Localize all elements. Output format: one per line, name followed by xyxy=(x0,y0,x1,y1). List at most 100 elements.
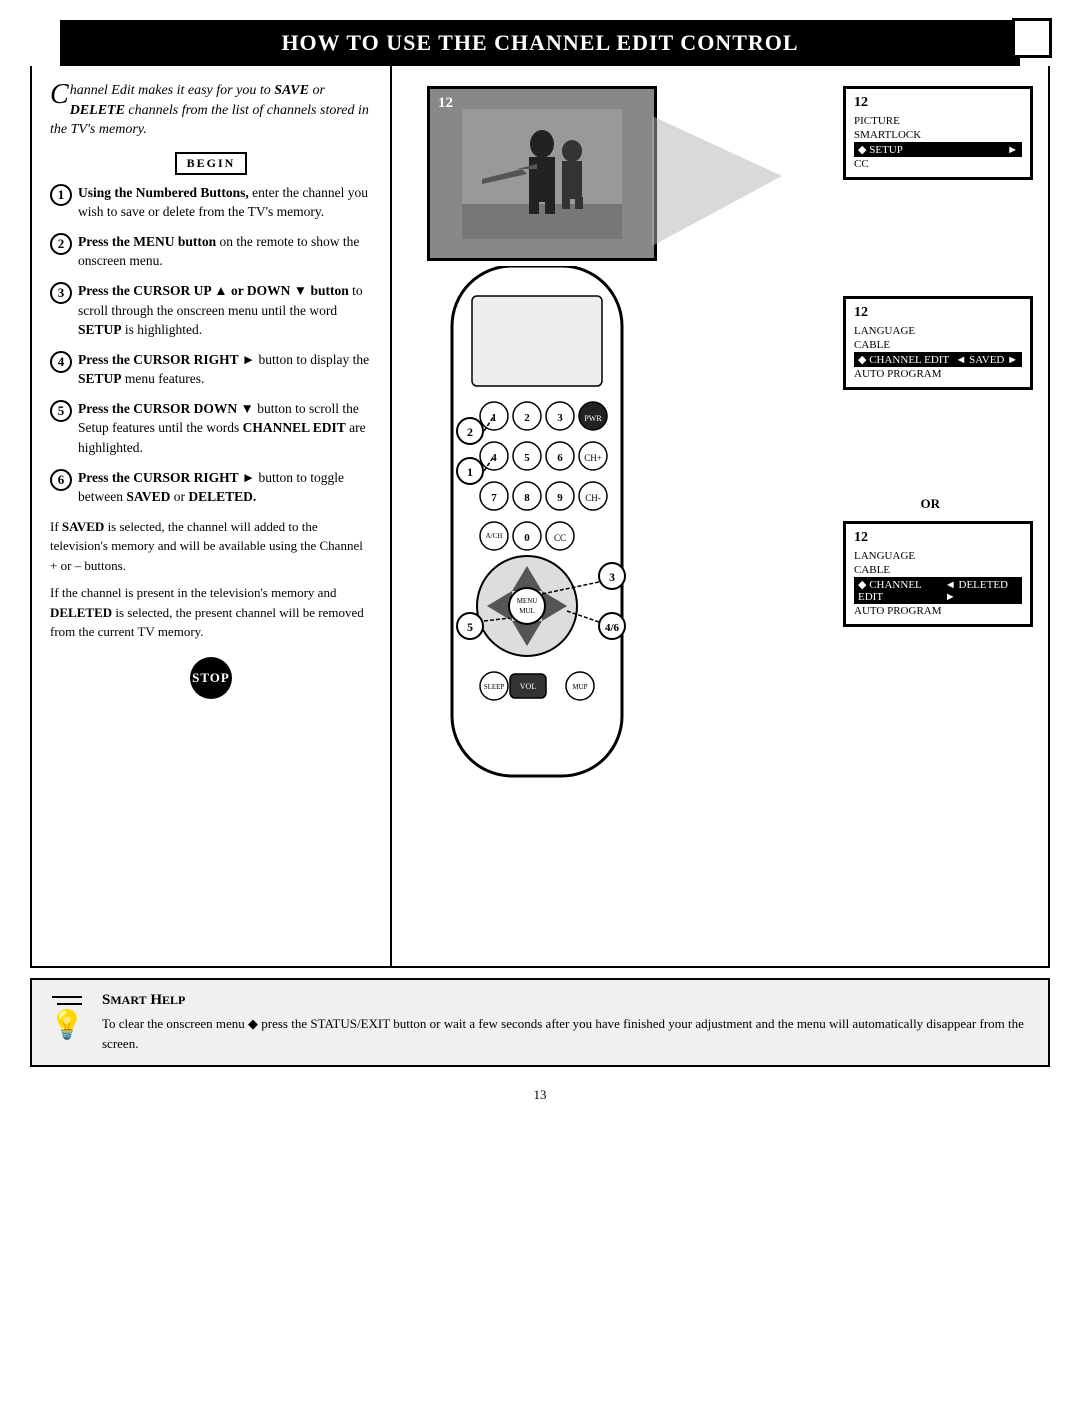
smart-help-content: SMART HELP To clear the onscreen menu ◆ … xyxy=(102,992,1033,1053)
svg-text:0: 0 xyxy=(524,532,530,544)
remote-svg: 1 2 3 PWR 4 5 6 CH+ 7 xyxy=(422,266,662,806)
menu1-item-cc: CC xyxy=(854,157,1022,171)
smart-help-text: To clear the onscreen menu ◆ press the S… xyxy=(102,1014,1033,1053)
menu2-item-auto-program: AUTO PROGRAM xyxy=(854,367,1022,381)
menu-screen-3: 12 LANGUAGE CABLE ◆ CHANNEL EDIT ◄ DELET… xyxy=(843,521,1033,627)
tv-channel-number: 12 xyxy=(438,95,453,112)
menu1-item-picture: PICTURE xyxy=(854,114,1022,128)
step-2-bold: Press the MENU button xyxy=(78,234,216,249)
svg-text:CH+: CH+ xyxy=(584,453,602,463)
tv-image xyxy=(462,109,622,239)
menu2-channel-edit-value: ◄ SAVED ► xyxy=(955,354,1018,366)
svg-text:8: 8 xyxy=(524,492,530,504)
svg-text:A/CH: A/CH xyxy=(486,532,503,540)
menu2-item-channel-edit-highlighted: ◆ CHANNEL EDIT ◄ SAVED ► xyxy=(854,352,1022,367)
saved-paragraph: If SAVED is selected, the channel will a… xyxy=(50,517,372,576)
menu3-channel-edit-value: ◄ DELETED ► xyxy=(945,579,1018,603)
svg-text:5: 5 xyxy=(467,620,473,634)
step-2-content: Press the MENU button on the remote to s… xyxy=(78,232,372,271)
menu2-item-cable: CABLE xyxy=(854,338,1022,352)
begin-label: BEGIN xyxy=(175,152,248,175)
step-1-bold: Using the Numbered Buttons, xyxy=(78,185,249,200)
step-5: 5 Press the CURSOR DOWN ▼ button to scro… xyxy=(50,399,372,458)
header-corner-box xyxy=(1012,18,1052,58)
menu-screen-1: 12 PICTURE SMARTLOCK ◆ SETUP ► CC xyxy=(843,86,1033,180)
menu2-channel: 12 xyxy=(854,305,1022,321)
svg-text:SLEEP: SLEEP xyxy=(484,683,505,691)
right-panel: 12 xyxy=(392,66,1048,966)
page-title: HOW TO USE THE CHANNEL EDIT CONTROL xyxy=(80,30,1000,56)
menu3-item-language: LANGUAGE xyxy=(854,549,1022,563)
menu3-channel-edit-label: ◆ CHANNEL EDIT xyxy=(858,578,945,603)
step-2: 2 Press the MENU button on the remote to… xyxy=(50,232,372,271)
step-5-content: Press the CURSOR DOWN ▼ button to scroll… xyxy=(78,399,372,458)
step-6-bold: Press the CURSOR RIGHT ► xyxy=(78,470,255,485)
decoration-lines-icon xyxy=(52,992,82,1012)
remote-control: 1 2 3 PWR 4 5 6 CH+ 7 xyxy=(422,266,662,811)
status-exit-arrow: ◆ xyxy=(248,1016,258,1031)
menu-screen-2: 12 LANGUAGE CABLE ◆ CHANNEL EDIT ◄ SAVED… xyxy=(843,296,1033,390)
stop-label: STOP xyxy=(190,657,232,699)
step-5-bold: Press the CURSOR DOWN ▼ xyxy=(78,401,254,416)
menu1-setup-label: ◆ SETUP xyxy=(858,143,903,156)
menu3-channel: 12 xyxy=(854,530,1022,546)
smart-help-icon-area: 💡 xyxy=(47,992,87,1040)
begin-box: BEGIN xyxy=(50,152,372,175)
svg-text:6: 6 xyxy=(557,452,563,464)
step-4-content: Press the CURSOR RIGHT ► button to displ… xyxy=(78,350,372,389)
svg-text:3: 3 xyxy=(557,412,563,424)
menu1-item-smartlock: SMARTLOCK xyxy=(854,128,1022,142)
svg-text:3: 3 xyxy=(609,570,615,584)
or-label: OR xyxy=(921,496,941,512)
lightbulb-icon: 💡 xyxy=(50,1012,85,1040)
main-content: Channel Edit makes it easy for you to SA… xyxy=(30,66,1050,968)
svg-text:5: 5 xyxy=(524,452,530,464)
step-3-bold: Press the CURSOR UP ▲ or DOWN ▼ button xyxy=(78,283,349,298)
step-4-bold: Press the CURSOR RIGHT ► xyxy=(78,352,255,367)
step-3-number: 3 xyxy=(50,282,72,304)
svg-text:VOL: VOL xyxy=(520,682,537,691)
drop-cap: C xyxy=(50,81,69,109)
step-3: 3 Press the CURSOR UP ▲ or DOWN ▼ button… xyxy=(50,281,372,340)
intro-text: Channel Edit makes it easy for you to SA… xyxy=(50,81,372,140)
menu3-item-channel-edit-highlighted: ◆ CHANNEL EDIT ◄ DELETED ► xyxy=(854,577,1022,604)
step-5-number: 5 xyxy=(50,400,72,422)
menu1-setup-arrow: ► xyxy=(1007,144,1018,156)
deleted-paragraph: If the channel is present in the televis… xyxy=(50,583,372,642)
intro-body: hannel Edit makes it easy for you to SAV… xyxy=(50,83,369,137)
projection-beam xyxy=(652,96,782,256)
svg-text:1: 1 xyxy=(467,465,473,479)
left-panel: Channel Edit makes it easy for you to SA… xyxy=(32,66,392,966)
smart-help-box: 💡 SMART HELP To clear the onscreen menu … xyxy=(30,978,1050,1067)
step-6: 6 Press the CURSOR RIGHT ► button to tog… xyxy=(50,468,372,507)
step-6-content: Press the CURSOR RIGHT ► button to toggl… xyxy=(78,468,372,507)
svg-text:4/6: 4/6 xyxy=(605,622,620,634)
step-6-number: 6 xyxy=(50,469,72,491)
menu2-item-language: LANGUAGE xyxy=(854,324,1022,338)
step-3-content: Press the CURSOR UP ▲ or DOWN ▼ button t… xyxy=(78,281,372,340)
svg-text:9: 9 xyxy=(557,492,563,504)
page-number: 13 xyxy=(0,1077,1080,1113)
step-4-number: 4 xyxy=(50,351,72,373)
menu1-item-setup-highlighted: ◆ SETUP ► xyxy=(854,142,1022,157)
tv-screen: 12 xyxy=(427,86,657,261)
smart-help-title: SMART HELP xyxy=(102,992,1033,1009)
page-num-text: 13 xyxy=(534,1087,547,1102)
menu3-item-auto-program: AUTO PROGRAM xyxy=(854,604,1022,618)
svg-text:PWR: PWR xyxy=(584,414,602,423)
svg-text:MENU: MENU xyxy=(517,597,538,605)
svg-text:2: 2 xyxy=(524,412,530,424)
step-1-content: Using the Numbered Buttons, enter the ch… xyxy=(78,183,372,222)
step-1-number: 1 xyxy=(50,184,72,206)
svg-text:2: 2 xyxy=(467,425,473,439)
step-2-number: 2 xyxy=(50,233,72,255)
step-1: 1 Using the Numbered Buttons, enter the … xyxy=(50,183,372,222)
menu2-channel-edit-label: ◆ CHANNEL EDIT xyxy=(858,353,949,366)
menu3-item-cable: CABLE xyxy=(854,563,1022,577)
svg-text:CC: CC xyxy=(554,533,566,543)
step-4: 4 Press the CURSOR RIGHT ► button to dis… xyxy=(50,350,372,389)
page-header: HOW TO USE THE CHANNEL EDIT CONTROL xyxy=(60,20,1020,66)
menu1-channel: 12 xyxy=(854,95,1022,111)
svg-text:CH-: CH- xyxy=(585,493,601,503)
svg-text:MUL: MUL xyxy=(519,607,535,615)
